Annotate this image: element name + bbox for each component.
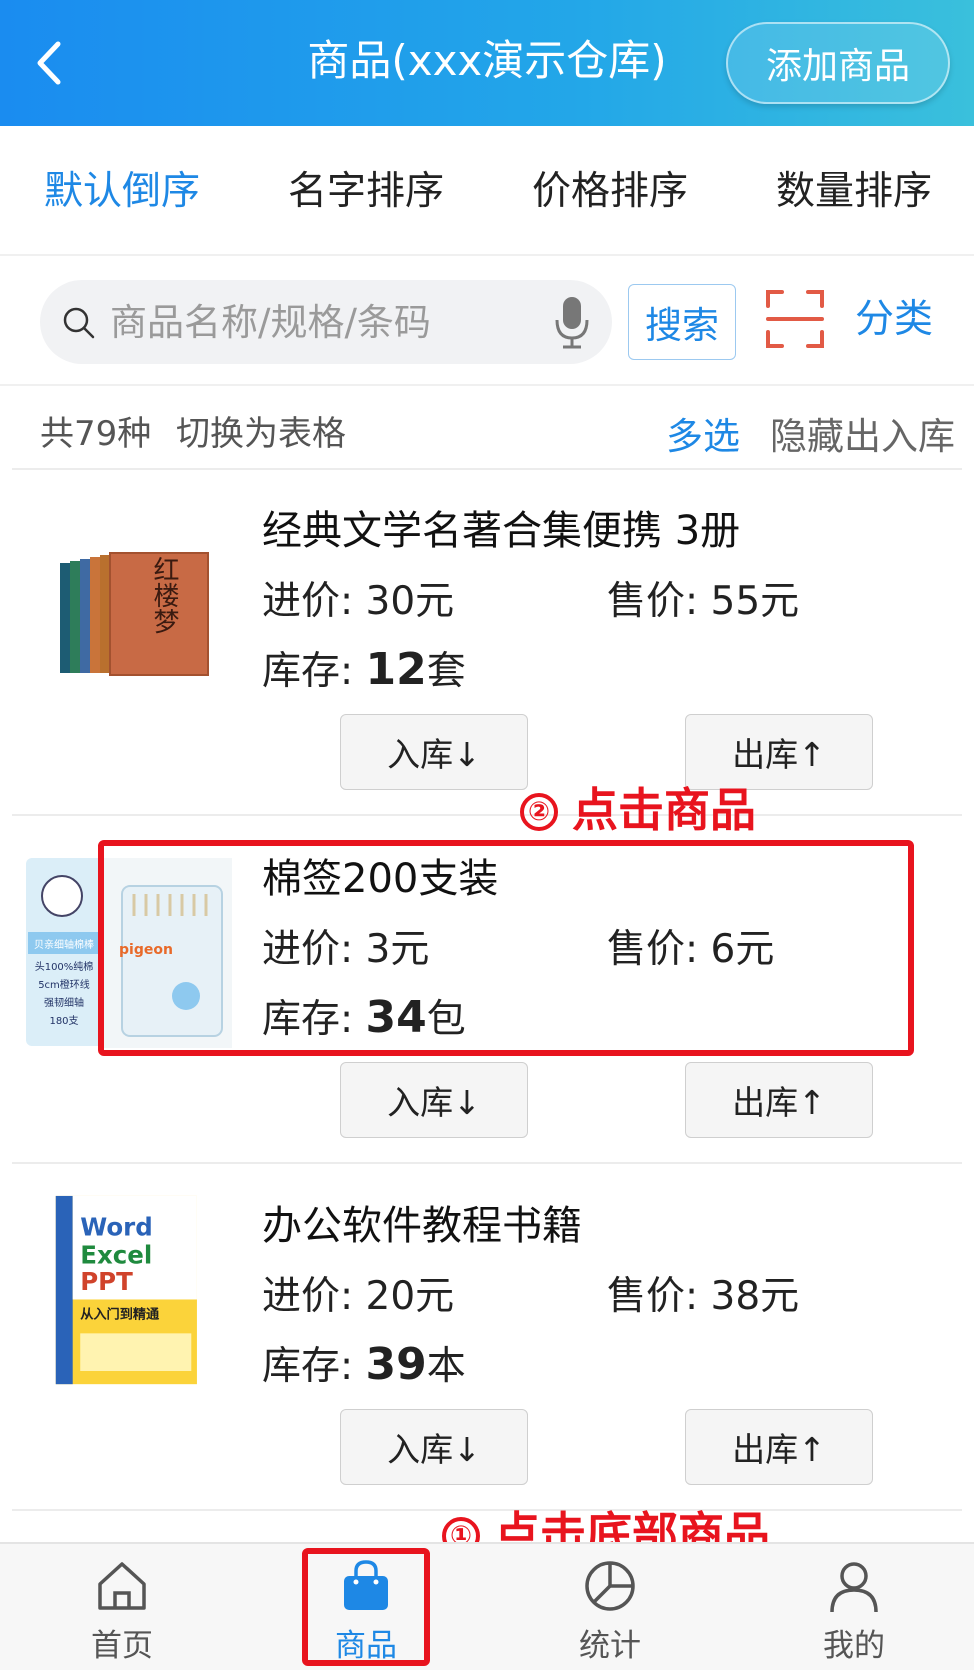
product-name: 办公软件教程书籍 <box>262 1203 582 1249</box>
search-row: 搜索 分类 <box>0 256 974 386</box>
app-header: 商品(xxx演示仓库) 添加商品 <box>0 0 974 126</box>
product-image: Word Excel PPT 从入门到精通 <box>55 1195 197 1385</box>
product-name: 经典文学名著合集便携 3册 <box>262 508 741 554</box>
tab-price-sort[interactable]: 价格排序 <box>532 164 688 220</box>
add-product-button[interactable]: 添加商品 <box>726 22 950 104</box>
stock-in-button[interactable]: 入库↓ <box>340 1062 528 1138</box>
search-input[interactable] <box>110 292 530 352</box>
svg-text:5cm橙环线: 5cm橙环线 <box>38 978 90 991</box>
svg-text:头100%纯棉: 头100%纯棉 <box>35 960 94 973</box>
stock-in-button[interactable]: 入库↓ <box>340 1409 528 1485</box>
sell-price: 售价: 55元 <box>607 579 800 624</box>
stock: 库存: 12套 <box>262 644 466 695</box>
annotation-step2: ② 点击商品 <box>520 774 756 840</box>
home-icon <box>98 1562 146 1610</box>
user-icon <box>830 1562 878 1613</box>
sort-tabs: 默认倒序 名字排序 价格排序 数量排序 <box>0 126 974 256</box>
svg-text:强韧细轴: 强韧细轴 <box>44 996 84 1009</box>
nav-me[interactable]: 我的 <box>774 1558 934 1668</box>
list-item[interactable]: Word Excel PPT 从入门到精通 办公软件教程书籍 进价: 20元 售… <box>12 1165 962 1511</box>
svg-text:180支: 180支 <box>49 1015 78 1027</box>
product-image: 红楼梦 <box>60 552 209 676</box>
cost-price: 进价: 20元 <box>262 1274 455 1319</box>
tab-default-desc[interactable]: 默认倒序 <box>44 164 200 220</box>
cost-price: 进价: 30元 <box>262 579 455 624</box>
highlight-box-nav <box>302 1548 430 1666</box>
svg-text:Excel: Excel <box>80 1241 152 1270</box>
stock: 库存: 39本 <box>262 1339 466 1390</box>
pie-chart-icon <box>585 1561 635 1611</box>
summary-row: 共79种 切换为表格 多选 隐藏出入库 <box>12 386 962 470</box>
stock-in-button[interactable]: 入库↓ <box>340 714 528 790</box>
list-item[interactable]: 红楼梦 经典文学名著合集便携 3册 进价: 30元 售价: 55元 库存: 12… <box>12 470 962 816</box>
highlight-box-product <box>98 840 914 1056</box>
svg-text:PPT: PPT <box>80 1267 133 1296</box>
switch-to-table-link[interactable]: 切换为表格 <box>176 406 346 455</box>
tab-quantity-sort[interactable]: 数量排序 <box>776 164 932 220</box>
sell-price: 售价: 38元 <box>607 1274 800 1319</box>
stock-out-button[interactable]: 出库↑ <box>685 1062 873 1138</box>
scan-icon[interactable] <box>766 290 824 348</box>
search-icon <box>63 307 95 339</box>
stock-out-button[interactable]: 出库↑ <box>685 1409 873 1485</box>
multi-select-link[interactable]: 多选 <box>666 406 740 460</box>
nav-statistics[interactable]: 统计 <box>530 1558 690 1668</box>
nav-home[interactable]: 首页 <box>42 1558 202 1668</box>
svg-text:红楼梦: 红楼梦 <box>149 556 179 634</box>
svg-text:从入门到精通: 从入门到精通 <box>80 1305 160 1322</box>
search-box <box>40 280 612 364</box>
search-button[interactable]: 搜索 <box>628 284 736 360</box>
tab-name-sort[interactable]: 名字排序 <box>288 164 444 220</box>
microphone-icon[interactable] <box>552 294 592 350</box>
category-link[interactable]: 分类 <box>855 292 933 348</box>
hide-stock-io-link[interactable]: 隐藏出入库 <box>770 406 955 460</box>
svg-text:Word: Word <box>80 1212 153 1241</box>
bottom-nav: 首页 商品 统计 我的 <box>0 1542 974 1670</box>
svg-text:贝亲细轴棉棒: 贝亲细轴棉棒 <box>34 938 94 951</box>
product-count: 共79种 <box>40 414 152 454</box>
